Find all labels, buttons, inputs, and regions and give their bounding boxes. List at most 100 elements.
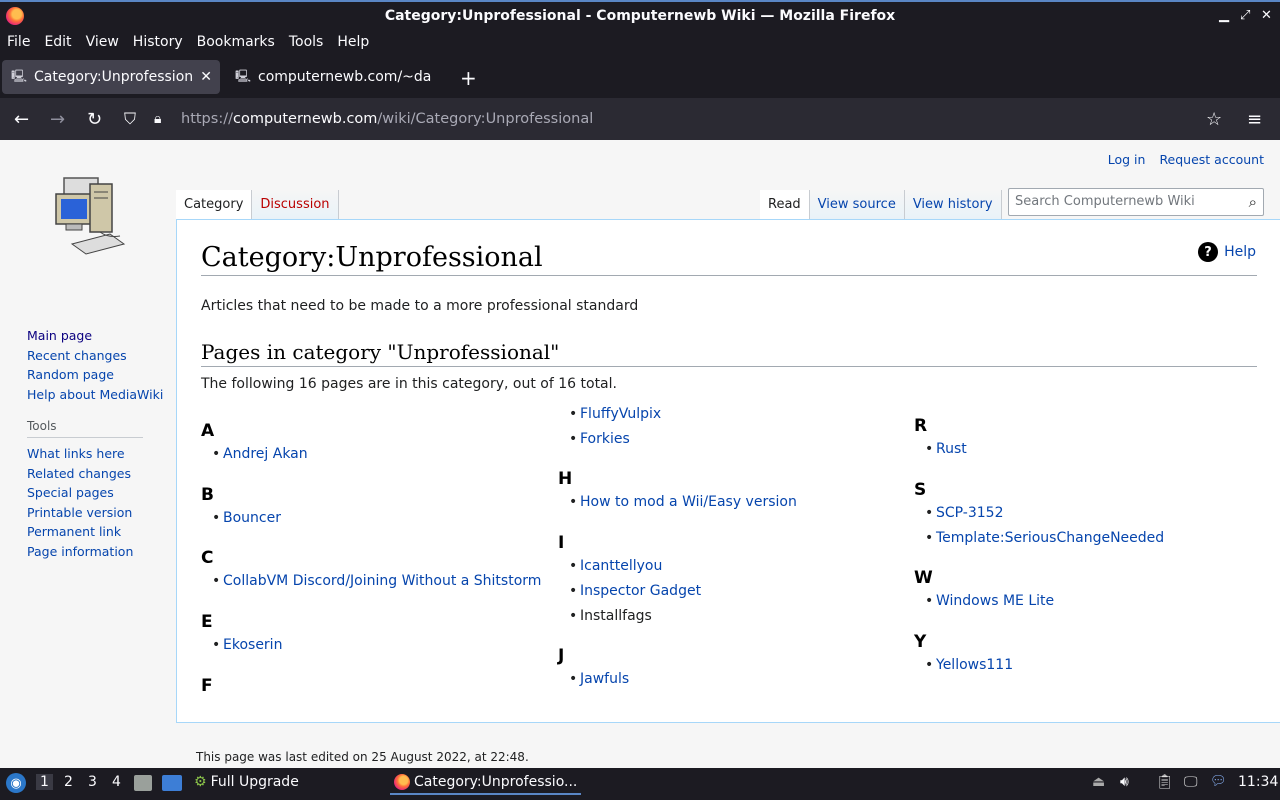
url-bar[interactable]: ⛉ 🔒︎ https://computernewb.com/wiki/Categ…	[118, 103, 1242, 135]
task-firefox[interactable]: Category:Unprofessio...	[390, 774, 582, 795]
task-full-upgrade[interactable]: ⚙ Full Upgrade	[194, 774, 299, 790]
sidebar-item-permanent-link[interactable]: Permanent link	[27, 522, 167, 542]
shield-icon[interactable]: ⛉	[124, 109, 136, 129]
file-manager-icon[interactable]	[134, 775, 152, 791]
clock[interactable]: 11:34	[1238, 774, 1278, 790]
menu-tools[interactable]: Tools	[289, 34, 324, 50]
tab-computernewb[interactable]: 🖳 computernewb.com/~da	[226, 60, 446, 94]
sidebar-item-recent-changes[interactable]: Recent changes	[27, 346, 167, 366]
list-item[interactable]: Jawfuls	[569, 671, 629, 687]
list-item[interactable]: How to mod a Wii/Easy version	[569, 494, 797, 510]
forward-arrow-icon[interactable]: →	[50, 109, 65, 130]
sidebar-item-random-page[interactable]: Random page	[27, 365, 167, 385]
task-label: Category:Unprofessio...	[414, 774, 578, 790]
computer-logo-icon[interactable]	[50, 176, 130, 266]
workspace-2[interactable]: 2	[64, 774, 73, 790]
help-label: Help	[1224, 244, 1256, 260]
web-page: Log in Request account Main page Recent …	[0, 140, 1280, 768]
sidebar-item-what-links-here[interactable]: What links here	[27, 444, 167, 464]
close-window-icon[interactable]: ✕	[1261, 8, 1272, 23]
sidebar-item-page-information[interactable]: Page information	[27, 542, 167, 562]
display-icon[interactable]: 🖵	[1184, 774, 1198, 790]
namespace-tabs: Category Discussion	[176, 190, 339, 220]
list-item[interactable]: Bouncer	[212, 510, 281, 526]
workspace-1[interactable]: 1	[36, 774, 53, 790]
bookmark-star-icon[interactable]: ☆	[1206, 109, 1222, 130]
minimize-icon[interactable]: ▁	[1219, 8, 1229, 23]
group-letter-e: E	[201, 612, 213, 632]
lock-icon[interactable]: 🔒︎	[154, 111, 161, 127]
help-link[interactable]: ? Help	[1198, 242, 1256, 262]
list-item[interactable]: FluffyVulpix	[569, 406, 661, 422]
list-item[interactable]: Yellows111	[925, 657, 1013, 673]
list-item[interactable]: Andrej Akan	[212, 446, 308, 462]
menu-edit[interactable]: Edit	[44, 34, 71, 50]
url-text[interactable]: https://computernewb.com/wiki/Category:U…	[181, 111, 593, 127]
group-letter-j: J	[558, 646, 565, 666]
group-letter-y: Y	[914, 632, 927, 652]
new-tab-icon[interactable]: +	[460, 66, 477, 90]
tab-read[interactable]: Read	[760, 190, 810, 220]
tab-category-unprofessional[interactable]: 🖳 Category:Unprofessiona ✕	[2, 60, 220, 94]
tab-view-history[interactable]: View history	[904, 190, 1002, 220]
menu-help[interactable]: Help	[337, 34, 369, 50]
menu-file[interactable]: File	[7, 34, 30, 50]
group-letter-h: H	[558, 469, 573, 489]
last-edited-footer: This page was last edited on 25 August 2…	[196, 750, 529, 764]
hamburger-menu-icon[interactable]: ≡	[1247, 109, 1262, 130]
list-item[interactable]: Ekoserin	[212, 637, 283, 653]
list-item[interactable]: Icanttellyou	[569, 558, 662, 574]
list-item[interactable]: Forkies	[569, 431, 630, 447]
search-placeholder: Search Computernewb Wiki	[1015, 194, 1195, 209]
group-letter-c: C	[201, 548, 214, 568]
sidebar-item-main-page[interactable]: Main page	[27, 326, 167, 346]
search-input[interactable]: Search Computernewb Wiki ⌕	[1008, 188, 1264, 216]
tray-upload-icon[interactable]: ⏏	[1092, 774, 1105, 790]
list-item[interactable]: Installfags	[569, 608, 652, 624]
tab-discussion[interactable]: Discussion	[252, 190, 339, 220]
sidebar-item-printable-version[interactable]: Printable version	[27, 503, 167, 523]
list-item[interactable]: SCP-3152	[925, 505, 1004, 521]
pages-count-text: The following 16 pages are in this categ…	[201, 376, 617, 392]
workspace-4[interactable]: 4	[112, 774, 121, 790]
list-item[interactable]: Template:SeriousChangeNeeded	[925, 530, 1164, 546]
menu-history[interactable]: History	[133, 34, 183, 50]
search-icon[interactable]: ⌕	[1249, 193, 1257, 211]
computer-favicon-icon: 🖳	[11, 68, 28, 83]
gear-icon: ⚙	[194, 774, 207, 790]
help-question-icon: ?	[1198, 242, 1219, 262]
list-item[interactable]: Windows ME Lite	[925, 593, 1054, 609]
reload-icon[interactable]: ↻	[87, 109, 102, 130]
tab-label: Category:Unprofessiona	[34, 69, 194, 85]
tab-category[interactable]: Category	[176, 190, 253, 220]
tab-view-source[interactable]: View source	[809, 190, 905, 220]
computer-favicon-icon: 🖳	[235, 68, 252, 83]
tools-heading: Tools	[27, 419, 143, 438]
request-account-link[interactable]: Request account	[1159, 152, 1264, 167]
back-arrow-icon[interactable]: ←	[14, 109, 29, 130]
list-item[interactable]: Inspector Gadget	[569, 583, 701, 599]
list-item[interactable]: Rust	[925, 441, 967, 457]
workspace-3[interactable]: 3	[88, 774, 97, 790]
menu-bookmarks[interactable]: Bookmarks	[197, 34, 275, 50]
tab-label: computernewb.com/~da	[258, 69, 432, 85]
desktop-icon[interactable]	[162, 775, 182, 791]
volume-icon[interactable]: 🔊︎	[1120, 774, 1129, 790]
group-letter-w: W	[914, 568, 933, 588]
group-letter-s: S	[914, 480, 927, 500]
sidebar-item-special-pages[interactable]: Special pages	[27, 483, 167, 503]
sidebar-item-help-mediawiki[interactable]: Help about MediaWiki	[27, 385, 167, 405]
clipboard-icon[interactable]: 📋︎	[1156, 774, 1174, 790]
menu-view[interactable]: View	[86, 34, 119, 50]
list-item[interactable]: CollabVM Discord/Joining Without a Shits…	[212, 573, 541, 589]
log-in-link[interactable]: Log in	[1108, 152, 1146, 167]
group-letter-a: A	[201, 421, 215, 441]
pages-subheading: Pages in category "Unprofessional"	[201, 340, 1257, 367]
start-menu-icon[interactable]: ◉	[6, 773, 26, 793]
tab-close-icon[interactable]: ✕	[200, 69, 212, 85]
notification-icon[interactable]: 💬︎	[1210, 774, 1227, 789]
restore-icon[interactable]: ⤢	[1240, 8, 1250, 23]
window-title: Category:Unprofessional - Computernewb W…	[384, 8, 896, 24]
sidebar-item-related-changes[interactable]: Related changes	[27, 464, 167, 484]
tab-bar: 🖳 Category:Unprofessiona ✕ 🖳 computernew…	[0, 56, 1280, 98]
